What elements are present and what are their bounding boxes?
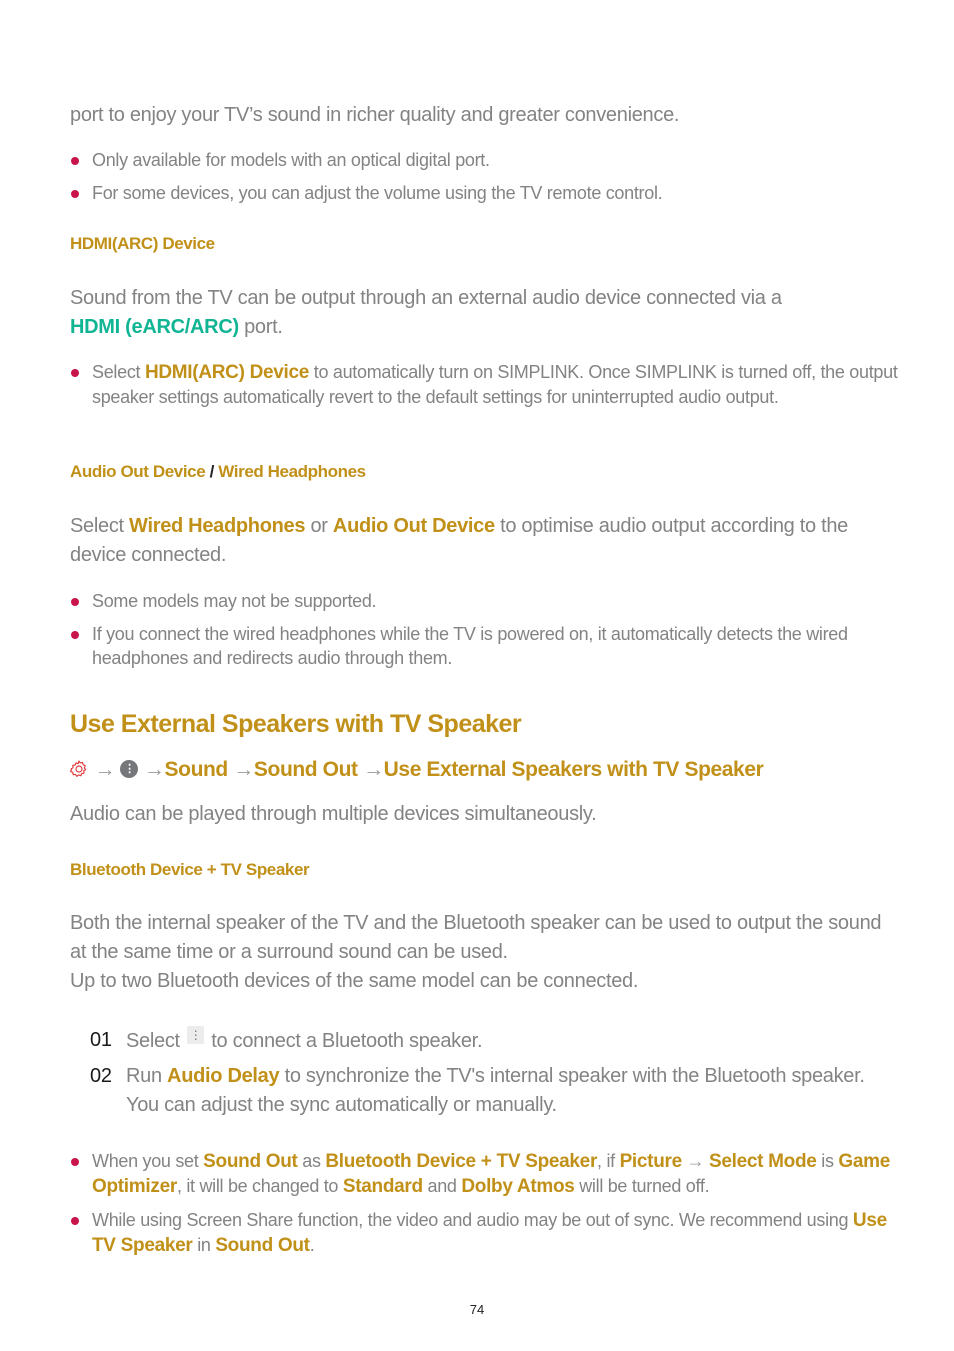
bluetooth-tv-speaker-heading: Bluetooth Device + TV Speaker (70, 860, 310, 879)
breadcrumb-arrow: → (233, 758, 254, 781)
audio-out-paragraph: Select Wired Headphones or Audio Out Dev… (70, 515, 849, 566)
step-02: 02 Run Audio Delay to synchronize the TV… (90, 1065, 865, 1116)
page-number: 74 (469, 1302, 485, 1317)
breadcrumb-arrow: → (143, 758, 165, 781)
step-01: 01 Select to connect a Bluetooth speaker… (90, 1026, 870, 1056)
note-wired-headphones-detect: If you connect the wired headphones whil… (70, 622, 890, 670)
note-screen-share: While using Screen Share function, the v… (70, 1208, 900, 1258)
hdmi-earc-port-label: HDMI (eARC/ARC) (70, 316, 239, 338)
note-game-optimizer: When you set Sound Out as Bluetooth Devi… (70, 1149, 900, 1199)
note-optical-port: Only available for models with an optica… (70, 148, 890, 172)
bluetooth-paragraph: Both the internal speaker of the TV and … (70, 912, 882, 992)
note-simplink: Select HDMI(ARC) Device to automatically… (70, 360, 900, 409)
breadcrumb-sound: Sound (164, 758, 229, 781)
breadcrumb-sound-out: Sound Out (253, 758, 358, 781)
intro-paragraph: port to enjoy your TV’s sound in richer … (70, 104, 680, 126)
audio-out-heading: Audio Out Device / Wired Headphones (70, 462, 366, 481)
hdmi-arc-heading: HDMI(ARC) Device (70, 234, 215, 253)
menu-path-breadcrumb: → →Sound →Sound Out →Use External Speake… (69, 758, 764, 782)
note-models-support: Some models may not be supported. (70, 589, 890, 613)
menu-dots-icon (187, 1026, 205, 1044)
hdmi-paragraph: Sound from the TV can be output through … (70, 287, 782, 338)
gear-icon (70, 760, 87, 777)
breadcrumb-use-external-speakers: Use External Speakers with TV Speaker (383, 758, 764, 781)
breadcrumb-arrow: → (94, 758, 116, 781)
section-title: Use External Speakers with TV Speaker (70, 710, 522, 738)
note-remote-volume: For some devices, you can adjust the vol… (70, 181, 890, 205)
breadcrumb-arrow: → (363, 758, 384, 781)
section-description: Audio can be played through multiple dev… (70, 803, 597, 825)
more-circle-icon (120, 760, 139, 778)
